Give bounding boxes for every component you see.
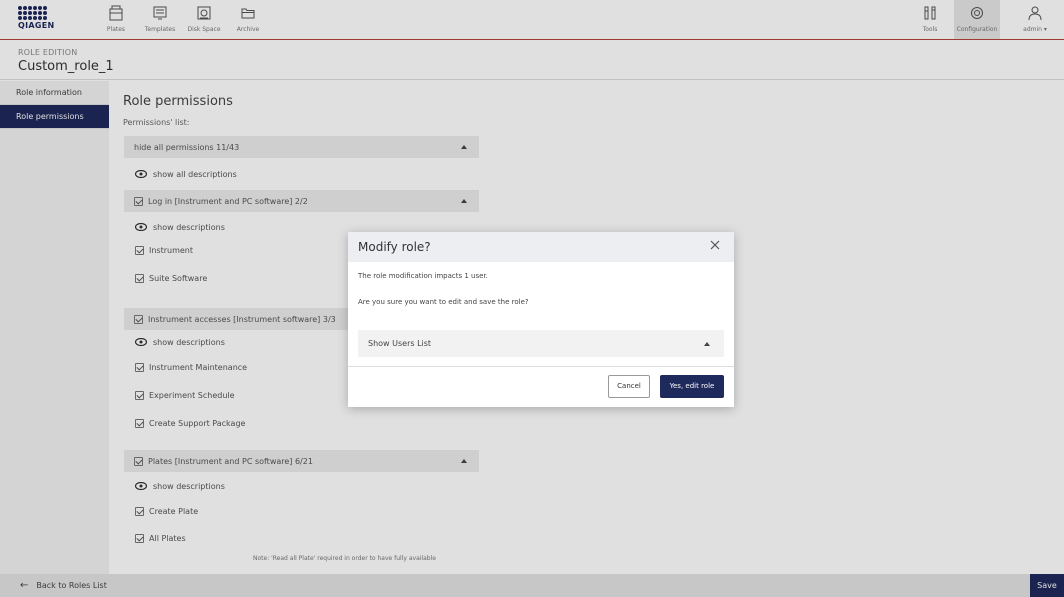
- dialog-impact-text: The role modification impacts 1 user.: [358, 272, 488, 280]
- dialog-header: Modify role?: [348, 232, 734, 262]
- cancel-button[interactable]: Cancel: [608, 375, 650, 398]
- show-users-list-toggle[interactable]: Show Users List: [358, 330, 724, 357]
- dialog-title: Modify role?: [358, 240, 431, 254]
- modify-role-dialog: Modify role? The role modification impac…: [348, 232, 734, 407]
- caret-up-icon: [704, 342, 710, 346]
- dialog-confirm-text: Are you sure you want to edit and save t…: [358, 298, 529, 306]
- confirm-edit-role-button[interactable]: Yes, edit role: [660, 375, 724, 398]
- show-users-list-label: Show Users List: [368, 339, 432, 348]
- dialog-divider: [348, 366, 734, 367]
- close-icon[interactable]: [710, 240, 720, 250]
